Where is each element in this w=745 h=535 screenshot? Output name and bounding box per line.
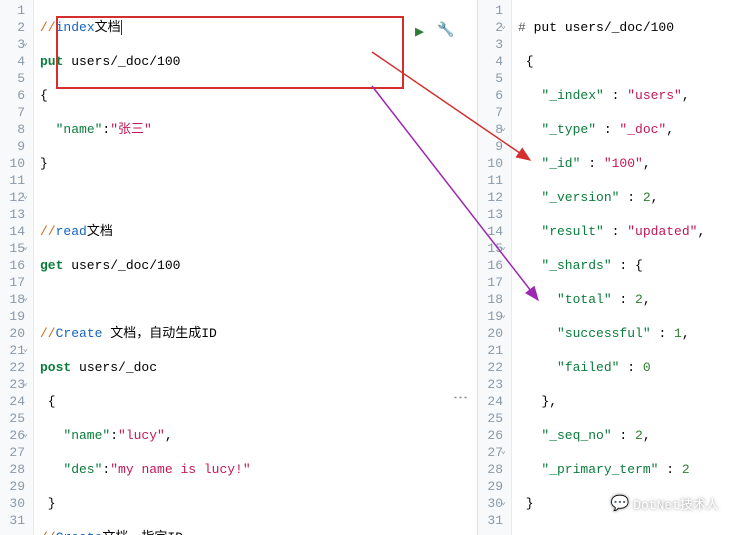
text-cursor (121, 20, 122, 35)
request-panel: 1234567891011121314151617181920212223242… (0, 0, 478, 535)
response-header: put users/_doc/100 (534, 20, 674, 35)
response-panel: 1234567891011121314151617181920212223242… (478, 0, 745, 535)
left-gutter: 1234567891011121314151617181920212223242… (0, 0, 34, 535)
http-verb: put (40, 54, 63, 69)
watermark: 💬 DotNet技术人 (611, 494, 720, 513)
right-gutter: 1234567891011121314151617181920212223242… (478, 0, 512, 535)
response-viewer[interactable]: # put users/_doc/100 { "_index" : "users… (512, 0, 745, 535)
comment-word: index (56, 20, 95, 35)
wechat-icon: 💬 (611, 494, 630, 513)
editor-split: 1234567891011121314151617181920212223242… (0, 0, 745, 535)
more-icon[interactable]: ⋮ (450, 390, 468, 403)
run-icon[interactable]: ▶ (415, 22, 424, 41)
comment-slash: // (40, 20, 56, 35)
request-editor[interactable]: //index文档 put users/_doc/100 { "name":"张… (34, 0, 477, 535)
line-number: 1 (4, 2, 25, 19)
wrench-icon[interactable]: 🔧 (437, 22, 454, 39)
